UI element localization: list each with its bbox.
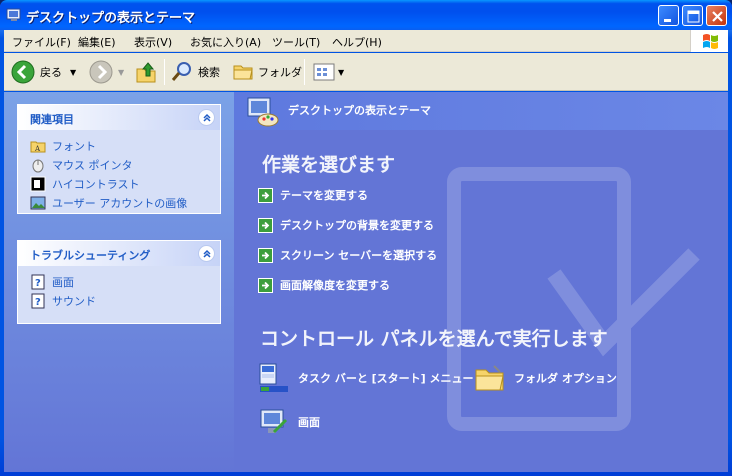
cp-taskbar-start-menu[interactable]: タスク バーと [スタート] メニュー <box>258 362 474 394</box>
link-fonts[interactable]: A フォント <box>30 136 220 155</box>
troubleshooting-title: トラブルシューティング <box>30 249 151 262</box>
windows-logo-icon <box>690 30 728 52</box>
menu-edit[interactable]: 編集(E) <box>78 34 116 50</box>
task-change-theme-label: テーマを変更する <box>280 189 368 202</box>
search-icon <box>171 62 191 81</box>
link-user-account-picture[interactable]: ユーザー アカウントの画像 <box>30 193 220 212</box>
menu-tools[interactable]: ツール(T) <box>272 34 320 50</box>
collapse-chevron-icon[interactable] <box>198 245 215 262</box>
forward-dropdown-icon[interactable]: ▼ <box>118 68 124 77</box>
menu-file[interactable]: ファイル(F) <box>12 34 71 50</box>
task-change-resolution[interactable]: 画面解像度を変更する <box>258 277 390 293</box>
cp-display-label: 画面 <box>298 416 320 429</box>
task-change-background[interactable]: デスクトップの背景を変更する <box>258 217 434 233</box>
picture-icon <box>30 196 46 209</box>
display-icon <box>6 8 21 21</box>
cp-display[interactable]: 画面 <box>258 406 320 438</box>
task-pane: 関連項目 A フォント マウス ポインタ ハイコントラスト ユーザー アカウント… <box>4 92 234 472</box>
views-dropdown-icon[interactable]: ▼ <box>338 68 344 77</box>
menu-bar: ファイル(F) 編集(E) 表示(V) お気に入り(A) ツール(T) ヘルプ(… <box>4 30 728 52</box>
folder-icon <box>233 65 253 80</box>
title-bar[interactable]: デスクトップの表示とテーマ <box>0 0 732 30</box>
minimize-button[interactable] <box>658 5 679 26</box>
forward-arrow-icon <box>89 60 113 84</box>
pick-control-panel-heading: コントロール パネルを選んで実行します <box>260 328 608 350</box>
link-high-contrast-label: ハイコントラスト <box>52 177 140 191</box>
related-topics-header[interactable]: 関連項目 <box>18 105 220 130</box>
search-button[interactable]: 検索 <box>170 58 220 86</box>
menu-favorites[interactable]: お気に入り(A) <box>190 34 261 50</box>
appearance-themes-icon <box>247 97 279 127</box>
task-change-theme[interactable]: テーマを変更する <box>258 187 368 203</box>
svg-text:?: ? <box>35 297 41 308</box>
explorer-window: デスクトップの表示とテーマ ファイル(F) 編集(E) 表示(V) お気に入り(… <box>0 0 732 476</box>
collapse-chevron-icon[interactable] <box>198 109 215 126</box>
mouse-icon <box>32 159 44 172</box>
search-label: 検索 <box>198 66 220 79</box>
link-sound-troubleshoot[interactable]: ? サウンド <box>30 291 220 310</box>
task-choose-screensaver-label: スクリーン セーバーを選択する <box>280 249 438 262</box>
link-mouse-pointer-label: マウス ポインタ <box>52 158 133 172</box>
task-change-resolution-label: 画面解像度を変更する <box>280 279 390 292</box>
troubleshooting-header[interactable]: トラブルシューティング <box>18 241 220 266</box>
arrow-icon <box>258 187 273 203</box>
arrow-icon <box>258 247 273 263</box>
toolbar: 戻る ▼ ▼ 検索 フォルダ ▼ <box>4 53 728 91</box>
help-icon: ? <box>31 293 45 308</box>
related-topics-box: 関連項目 A フォント マウス ポインタ ハイコントラスト ユーザー アカウント… <box>17 104 221 214</box>
svg-text:A: A <box>34 145 41 153</box>
close-button[interactable] <box>706 5 727 26</box>
back-button[interactable]: 戻る ▼ <box>10 58 76 86</box>
link-high-contrast[interactable]: ハイコントラスト <box>30 174 220 193</box>
back-label: 戻る <box>40 66 62 79</box>
category-header: デスクトップの表示とテーマ <box>234 92 728 130</box>
menu-help[interactable]: ヘルプ(H) <box>332 34 382 50</box>
cp-folder-options-label: フォルダ オプション <box>514 372 617 385</box>
folders-label: フォルダ <box>258 66 302 79</box>
link-display-troubleshoot-label: 画面 <box>52 275 74 289</box>
watermark-graphic <box>447 167 700 431</box>
back-arrow-icon <box>11 60 35 84</box>
menu-view[interactable]: 表示(V) <box>134 34 172 50</box>
link-user-account-picture-label: ユーザー アカウントの画像 <box>52 196 188 210</box>
link-sound-troubleshoot-label: サウンド <box>52 294 96 308</box>
help-icon: ? <box>31 274 45 289</box>
forward-button[interactable]: ▼ <box>88 58 124 86</box>
back-dropdown-icon[interactable]: ▼ <box>70 68 76 77</box>
arrow-icon <box>258 277 273 293</box>
cp-taskbar-start-menu-label: タスク バーと [スタート] メニュー <box>298 372 474 385</box>
arrow-icon <box>258 217 273 233</box>
folder-options-icon <box>475 365 504 391</box>
window-title: デスクトップの表示とテーマ <box>26 11 196 26</box>
link-fonts-label: フォント <box>52 139 96 153</box>
pick-task-heading: 作業を選びます <box>262 154 396 176</box>
taskbar-icon <box>259 363 288 392</box>
maximize-button[interactable] <box>682 5 703 26</box>
task-choose-screensaver[interactable]: スクリーン セーバーを選択する <box>258 247 437 263</box>
related-topics-title: 関連項目 <box>30 113 74 126</box>
content-area: 関連項目 A フォント マウス ポインタ ハイコントラスト ユーザー アカウント… <box>4 92 728 472</box>
views-icon <box>313 63 335 81</box>
high-contrast-icon <box>30 176 46 191</box>
troubleshooting-box: トラブルシューティング ? 画面 ? サウンド <box>17 240 221 324</box>
cp-folder-options[interactable]: フォルダ オプション <box>474 362 617 394</box>
link-mouse-pointer[interactable]: マウス ポインタ <box>30 155 220 174</box>
views-button[interactable]: ▼ <box>312 58 344 86</box>
up-folder-button[interactable] <box>134 58 158 86</box>
up-folder-icon <box>136 62 156 83</box>
svg-text:?: ? <box>35 278 41 289</box>
category-pane: デスクトップの表示とテーマ 作業を選びます テーマを変更する デスクトップの背景… <box>234 92 728 472</box>
category-title: デスクトップの表示とテーマ <box>288 104 431 117</box>
link-display-troubleshoot[interactable]: ? 画面 <box>30 272 220 291</box>
folders-button[interactable]: フォルダ <box>232 58 302 86</box>
task-change-background-label: デスクトップの背景を変更する <box>280 219 434 232</box>
fonts-folder-icon: A <box>30 141 46 153</box>
display-settings-icon <box>260 409 288 434</box>
